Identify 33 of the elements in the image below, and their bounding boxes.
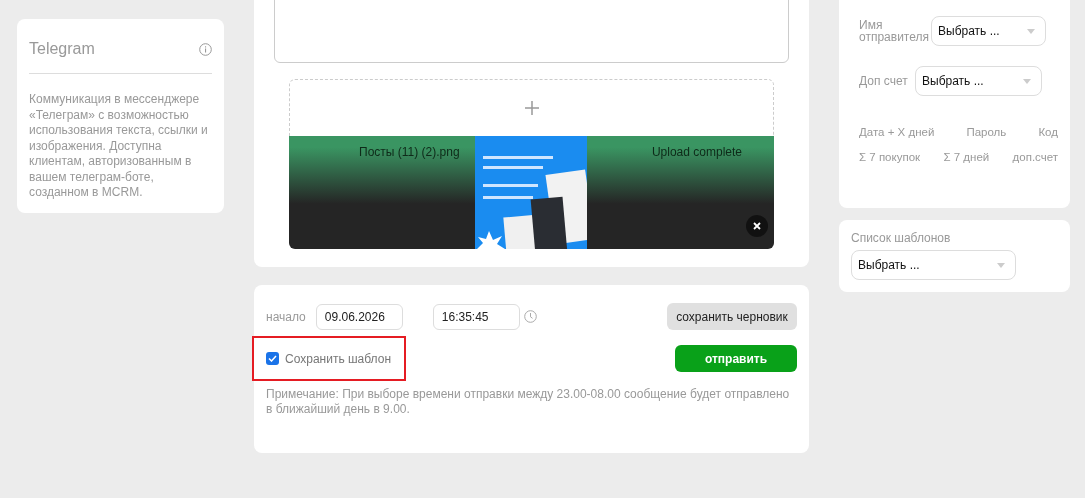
variable-link[interactable]: Дата + X дней [859,124,935,142]
file-name: Посты (11) (2).png [359,144,460,161]
caret-icon [1027,28,1035,34]
remove-button[interactable] [746,215,768,237]
field-label: Имя отправителя [859,19,930,43]
note-text: Примечание: При выборе времени отправки между 23.00-08.00 сообщение будет отправлено в ближайший день в 9.00. [266,387,791,417]
caret-icon [997,262,1005,268]
select-field[interactable]: Выбрать ... [915,66,1042,96]
template-select[interactable]: Выбрать ... [851,250,1016,280]
variable-link[interactable]: Σ 7 дней [943,149,990,167]
start-label: начало [266,310,306,323]
variable-link[interactable]: Пароль [966,124,1007,142]
send-button[interactable]: отправить [675,345,797,372]
channel-description: Коммуникация в мессенджере «Телеграм» с возможностью использования текста, ссылки и изображения. Доступна клиентам, авторизованным в вашем телеграм-боте, созданном в MCRM. [29,92,209,201]
select-field[interactable]: Выбрать ... [931,16,1046,46]
templates-label: Список шаблонов [851,232,952,244]
message-field[interactable] [274,0,789,63]
time-field[interactable]: 16:35:45 [432,303,520,330]
variable-link[interactable]: Код [1038,124,1058,142]
variable-link[interactable]: Σ 7 покупок [859,149,921,167]
field-label: Доп счет [859,75,909,87]
info-icon[interactable] [199,42,212,56]
plus-icon [523,100,540,116]
caret-icon [1023,78,1031,84]
date-field[interactable]: 09.06.2026 [315,303,403,330]
draft-button[interactable]: сохранить черновик [667,303,797,330]
upload-status: Upload complete [651,144,742,161]
clock-icon [523,310,537,323]
checkbox-label: Сохранить шаблон [285,350,392,368]
checkbox[interactable] [266,352,279,365]
card-title: Telegram [29,39,95,59]
variable-link[interactable]: доп.счет [1012,149,1058,167]
close-icon [753,222,761,230]
